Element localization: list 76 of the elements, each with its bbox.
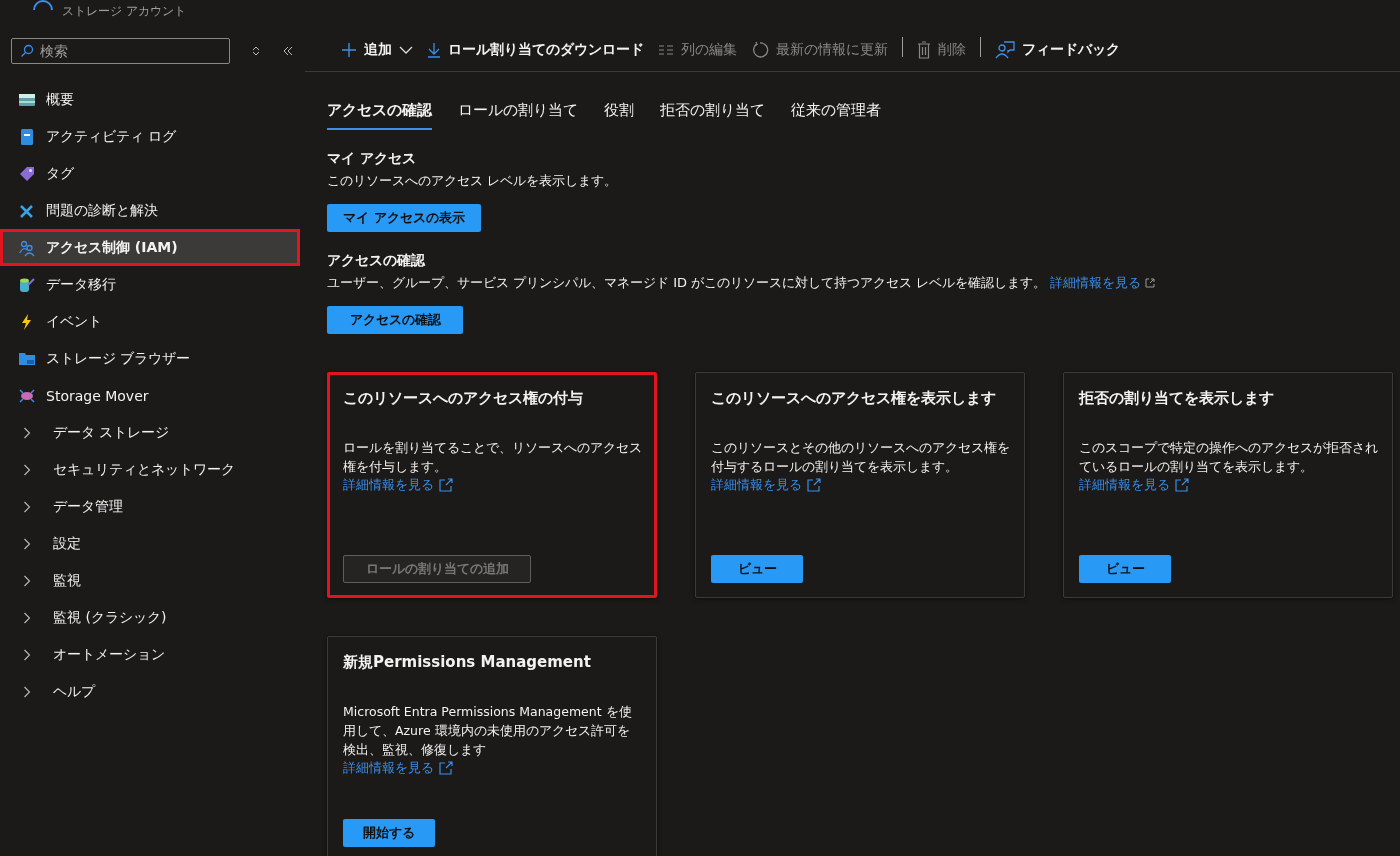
- external-link-icon: [1145, 278, 1156, 288]
- sidebar-item[interactable]: データ ストレージ: [0, 414, 283, 451]
- toolbar-button[interactable]: フィードバック: [989, 37, 1126, 63]
- card-button[interactable]: ビュー: [711, 555, 803, 583]
- people-icon: [18, 238, 36, 257]
- card-title: このリソースへのアクセス権を表示します: [711, 389, 997, 408]
- chevron-right-icon: [23, 537, 31, 550]
- database-icon: [18, 275, 36, 294]
- card-description: このリソースとその他のリソースへのアクセス権を付与するロールの割り当てを表示します。: [711, 439, 1010, 476]
- card-description: Microsoft Entra Permissions Management を使用して、Azure 環境内の未使用のアクセス許可を検出、監視、修復します: [343, 703, 633, 759]
- refresh-icon: [751, 41, 769, 59]
- notebook-icon: [18, 127, 36, 146]
- external-link-icon: [1175, 478, 1189, 492]
- card-button[interactable]: ビュー: [1079, 555, 1171, 583]
- tab[interactable]: ロールの割り当て: [458, 101, 578, 130]
- learn-more-link[interactable]: 詳細情報を見る: [711, 476, 802, 494]
- card-button[interactable]: 開始する: [343, 819, 435, 847]
- section-title: アクセスの確認: [327, 252, 426, 270]
- collapse-icon[interactable]: [282, 46, 294, 56]
- chevron-right-icon: [23, 574, 31, 587]
- search-field[interactable]: 検索: [11, 38, 230, 64]
- chevron-right-icon: [23, 463, 31, 476]
- trash-icon: [917, 41, 931, 59]
- learn-more-link[interactable]: 詳細情報を見る: [1079, 476, 1170, 494]
- toolbar-button[interactable]: ロール割り当てのダウンロード: [421, 37, 650, 63]
- sidebar-item[interactable]: Storage Mover: [0, 377, 283, 414]
- sidebar-item[interactable]: 問題の診断と解決: [0, 192, 283, 229]
- sidebar-item[interactable]: 設定: [0, 525, 283, 562]
- loading-arc-icon: [32, 0, 54, 10]
- section-description: このリソースへのアクセス レベルを表示します。: [327, 172, 618, 190]
- chevron-right-icon: [23, 685, 31, 698]
- sidebar-item[interactable]: 監視 (クラシック): [0, 599, 283, 636]
- sidebar-item[interactable]: アクティビティ ログ: [0, 118, 283, 155]
- external-link-icon: [439, 478, 453, 492]
- search-icon: [20, 44, 34, 58]
- caret-icon: [399, 46, 413, 54]
- tab[interactable]: 役割: [604, 101, 634, 130]
- sort-icon[interactable]: [252, 45, 260, 57]
- tab[interactable]: 拒否の割り当て: [660, 101, 765, 130]
- sidebar-item[interactable]: タグ: [0, 155, 283, 192]
- learn-more-link[interactable]: 詳細情報を見る: [1050, 274, 1142, 292]
- sidebar-item[interactable]: ヘルプ: [0, 673, 283, 710]
- learn-more-link[interactable]: 詳細情報を見る: [343, 759, 434, 777]
- section-title: マイ アクセス: [327, 150, 417, 168]
- feedback-icon: [995, 41, 1015, 59]
- card-title: このリソースへのアクセス権の付与: [343, 389, 584, 408]
- download-icon: [427, 42, 441, 58]
- sidebar-item[interactable]: 監視: [0, 562, 283, 599]
- card-title: 新規Permissions Management: [343, 653, 592, 672]
- columns-icon: [658, 44, 674, 56]
- chevron-right-icon: [23, 500, 31, 513]
- resource-type-title: ストレージ アカウント: [62, 3, 186, 20]
- tab[interactable]: アクセスの確認: [327, 101, 432, 130]
- primary-button[interactable]: アクセスの確認: [327, 306, 463, 334]
- sidebar-item[interactable]: オートメーション: [0, 636, 283, 673]
- card-description: このスコープで特定の操作へのアクセスが拒否されているロールの割り当てを表示します。: [1079, 439, 1378, 476]
- primary-button[interactable]: マイ アクセスの表示: [327, 204, 481, 232]
- sidebar-item[interactable]: 概要: [0, 81, 283, 118]
- plus-icon: [341, 42, 357, 58]
- tab[interactable]: 従来の管理者: [791, 101, 881, 130]
- sidebar-item[interactable]: セキュリティとネットワーク: [0, 451, 283, 488]
- sidebar-item[interactable]: データ管理: [0, 488, 283, 525]
- sidebar-item[interactable]: アクセス制御 (IAM): [0, 229, 300, 266]
- tag-icon: [18, 164, 36, 183]
- sidebar-item[interactable]: ストレージ ブラウザー: [0, 340, 283, 377]
- card-description: ロールを割り当てることで、リソースへのアクセス権を付与します。: [343, 439, 642, 476]
- chevron-right-icon: [23, 611, 31, 624]
- sidebar-item[interactable]: データ移行: [0, 266, 283, 303]
- external-link-icon: [439, 761, 453, 775]
- external-link-icon: [807, 478, 821, 492]
- card-title: 拒否の割り当てを表示します: [1079, 389, 1275, 408]
- chevron-right-icon: [23, 426, 31, 439]
- chevron-right-icon: [23, 648, 31, 661]
- sidebar-item[interactable]: イベント: [0, 303, 283, 340]
- section-description: ユーザー、グループ、サービス プリンシパル、マネージド ID がこのリソースに対して持つアクセス レベルを確認します。: [327, 274, 1047, 292]
- toolbar-button[interactable]: 追加: [335, 37, 419, 63]
